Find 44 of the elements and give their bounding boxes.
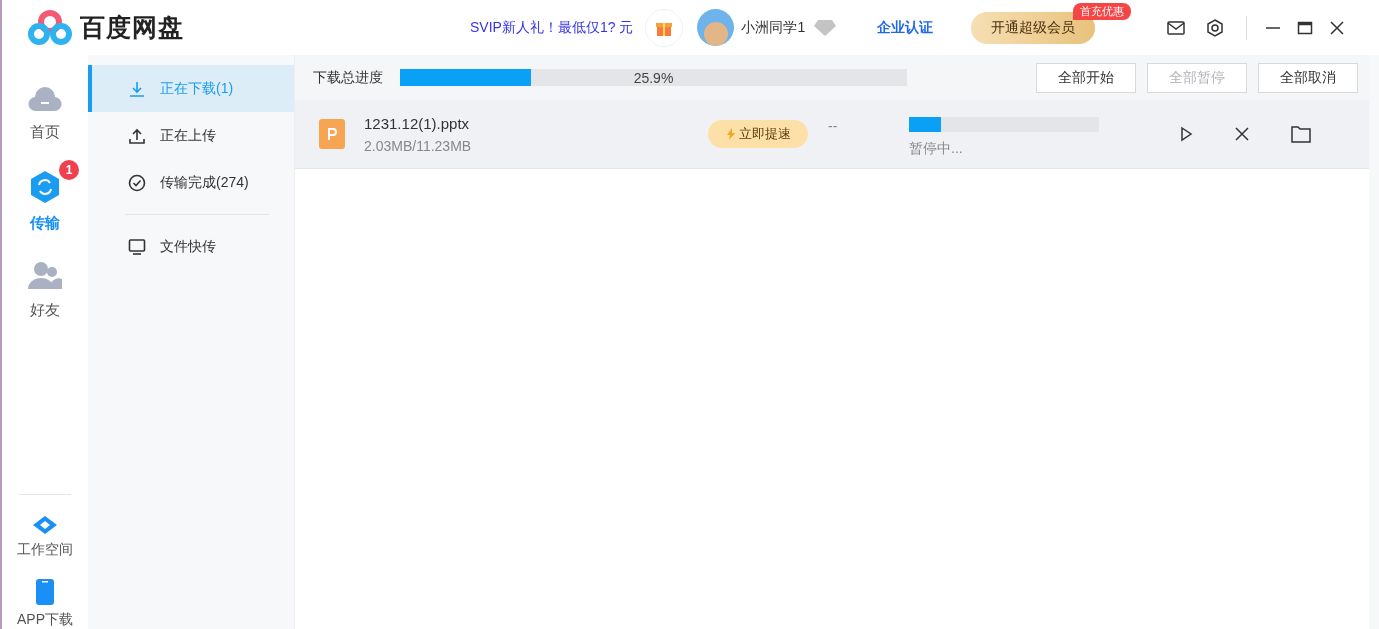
download-status: 暂停中... xyxy=(909,139,964,158)
download-row[interactable]: 1231.12(1).pptx 2.03MB/11.23MB 立即提速 -- 暂停中... xyxy=(295,100,1369,169)
nav-item[interactable]: 首页 xyxy=(10,73,80,142)
folder-icon[interactable] xyxy=(1291,125,1311,143)
close-icon[interactable] xyxy=(1329,19,1346,36)
diamond-icon xyxy=(813,18,838,37)
download-icon xyxy=(128,79,146,98)
nav-item[interactable]: 好友 xyxy=(10,251,80,320)
notification-badge: 1 xyxy=(59,160,79,180)
close-icon[interactable] xyxy=(1235,127,1249,141)
progress-percent: 25.9% xyxy=(632,69,675,86)
logo-icon xyxy=(28,9,72,46)
app-title: 百度网盘 xyxy=(80,12,184,43)
enterprise-link[interactable]: 企业认证 xyxy=(877,18,934,37)
maximize-icon[interactable] xyxy=(1297,19,1314,36)
transfer-tab[interactable]: 正在上传 xyxy=(88,112,294,159)
file-size: 2.03MB/11.23MB xyxy=(364,137,473,154)
toolbar-button[interactable]: 全部开始 xyxy=(1036,62,1136,93)
diamond-icon xyxy=(32,515,58,535)
upload-icon xyxy=(128,126,146,145)
promo-badge: 首充优惠 xyxy=(1073,2,1132,20)
play-icon[interactable] xyxy=(1179,126,1193,142)
promo-link[interactable]: SVIP新人礼！最低仅1? 元 xyxy=(470,18,634,37)
gift-button[interactable] xyxy=(645,8,684,47)
nav-item[interactable]: APP下载 xyxy=(17,579,73,629)
monitor-icon xyxy=(128,237,146,256)
toolbar-button[interactable]: 全部取消 xyxy=(1258,62,1358,93)
speed-up-button[interactable]: 立即提速 xyxy=(708,120,808,148)
people-icon xyxy=(28,261,62,291)
progress-label: 下载总进度 xyxy=(313,68,383,87)
user-name[interactable]: 小洲同学1 xyxy=(741,18,806,37)
transfer-tab[interactable]: 传输完成(274) xyxy=(88,159,294,206)
check-circle-icon xyxy=(128,173,146,192)
transfer-tab[interactable]: 文件快传 xyxy=(88,223,294,270)
lightning-icon xyxy=(725,128,736,140)
file-icon xyxy=(319,119,345,149)
file-name: 1231.12(1).pptx xyxy=(364,114,471,132)
nav-item[interactable]: 工作空间 xyxy=(17,515,73,559)
sync-icon xyxy=(29,170,61,204)
nav-item[interactable]: 传输 1 xyxy=(11,160,79,233)
phone-icon xyxy=(36,579,54,605)
settings-icon[interactable] xyxy=(1206,18,1225,37)
download-speed: -- xyxy=(828,118,839,134)
mail-icon[interactable] xyxy=(1167,20,1186,35)
